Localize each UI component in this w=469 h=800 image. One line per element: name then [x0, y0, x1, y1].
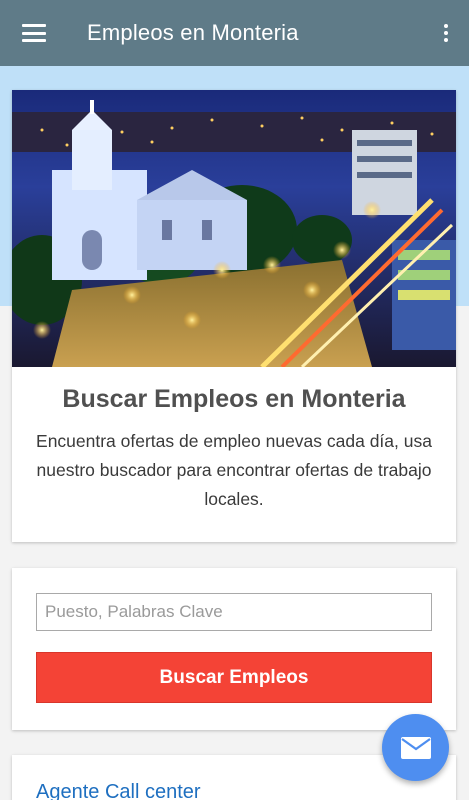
app-bar: Empleos en Monteria	[0, 0, 469, 66]
hero-card: Buscar Empleos en Monteria Encuentra ofe…	[12, 90, 456, 542]
city-night-photo	[12, 90, 456, 367]
search-button[interactable]: Buscar Empleos	[36, 652, 432, 703]
hero-description: Encuentra ofertas de empleo nuevas cada …	[36, 431, 432, 509]
app-title: Empleos en Monteria	[87, 20, 299, 45]
job-title-link[interactable]: Agente Call center	[36, 781, 201, 800]
email-fab-button[interactable]	[382, 714, 449, 781]
search-input[interactable]	[36, 593, 432, 631]
hamburger-menu-icon	[22, 24, 46, 42]
overflow-menu-button[interactable]	[423, 0, 469, 66]
email-icon	[400, 736, 431, 759]
search-card: Buscar Empleos	[12, 568, 456, 730]
menu-button[interactable]	[0, 0, 68, 66]
more-vert-icon	[444, 24, 448, 28]
hero-title: Buscar Empleos en Monteria	[62, 385, 406, 413]
